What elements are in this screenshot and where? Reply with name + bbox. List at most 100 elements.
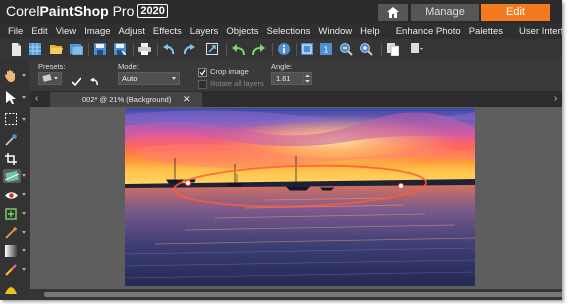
- menu-user-interface[interactable]: User Interface: [519, 26, 562, 37]
- menu-enhance-photo[interactable]: Enhance Photo: [396, 26, 461, 37]
- grid-icon: [29, 43, 41, 55]
- open-button[interactable]: [49, 42, 63, 56]
- tool-straighten-dropdown[interactable]: [22, 174, 26, 177]
- zoom-in-button[interactable]: [359, 42, 373, 56]
- toolbar-separator: [272, 43, 273, 56]
- rotate-all-layers-checkbox[interactable]: [198, 80, 207, 89]
- zoom-out-button[interactable]: [339, 42, 353, 56]
- eyedropper-icon: [5, 134, 17, 146]
- menu-image[interactable]: Image: [84, 26, 110, 37]
- rotate-left-button[interactable]: [162, 42, 176, 56]
- home-button[interactable]: [378, 4, 408, 21]
- mode-label: Mode:: [118, 62, 139, 71]
- mode-select[interactable]: Auto: [118, 72, 180, 85]
- chevron-down-icon: [172, 77, 176, 80]
- tool-red-eye-dropdown[interactable]: [22, 193, 26, 196]
- reset-icon: [90, 77, 98, 86]
- crop-icon: [5, 153, 17, 165]
- fill-icon: [5, 245, 17, 257]
- reset-button[interactable]: [90, 73, 99, 91]
- tab-scroll-right-icon[interactable]: ›: [554, 93, 557, 104]
- tool-paint-brush[interactable]: [4, 226, 18, 240]
- toolbar-separator: [226, 43, 227, 56]
- app-window: CorelPaintShop Pro 2020 Manage Edit File …: [0, 0, 562, 300]
- close-icon[interactable]: ✕: [183, 92, 191, 107]
- tool-selection[interactable]: [4, 112, 18, 126]
- info-button[interactable]: [277, 42, 291, 56]
- tool-pick-dropdown[interactable]: [22, 96, 26, 99]
- menu-bar: File Edit View Image Adjust Effects Laye…: [0, 23, 562, 39]
- tool-eraser[interactable]: [4, 263, 18, 277]
- save-button[interactable]: [93, 42, 107, 56]
- tool-fill-dropdown[interactable]: [22, 249, 26, 252]
- new-button[interactable]: [9, 42, 23, 56]
- menu-help[interactable]: Help: [360, 26, 380, 37]
- menu-adjust[interactable]: Adjust: [119, 26, 145, 37]
- angle-input[interactable]: 1.61: [271, 72, 304, 85]
- tool-crop[interactable]: [4, 152, 18, 166]
- image-canvas[interactable]: [125, 108, 475, 286]
- print-icon: [137, 43, 151, 55]
- tool-red-eye[interactable]: [4, 188, 18, 202]
- document-tab[interactable]: 002* @ 21% (Background) ✕: [50, 92, 202, 107]
- angle-stepper[interactable]: [303, 72, 312, 85]
- menu-selections[interactable]: Selections: [267, 26, 311, 37]
- tool-paint-brush-dropdown[interactable]: [22, 231, 26, 234]
- pick-icon: [5, 90, 16, 104]
- open-icon: [49, 44, 63, 54]
- scrollbar-thumb[interactable]: [44, 292, 562, 297]
- tool-pan[interactable]: [4, 68, 18, 82]
- rotate-left-icon: [163, 43, 175, 54]
- straighten-icon: [5, 170, 19, 182]
- menu-window[interactable]: Window: [318, 26, 352, 37]
- overflow-button[interactable]: [410, 42, 424, 56]
- tab-edit[interactable]: Edit: [481, 4, 550, 21]
- new-icon: [11, 42, 21, 56]
- info-icon: [278, 43, 290, 55]
- tool-selection-dropdown[interactable]: [22, 118, 26, 121]
- tool-pan-dropdown[interactable]: [22, 74, 26, 77]
- mode-value: Auto: [122, 74, 138, 83]
- menu-effects[interactable]: Effects: [153, 26, 182, 37]
- presets-dropdown[interactable]: [38, 72, 62, 85]
- tool-makeover[interactable]: [4, 207, 18, 221]
- tool-eraser-dropdown[interactable]: [22, 268, 26, 271]
- browse-button[interactable]: [69, 42, 83, 56]
- tool-makeover-dropdown[interactable]: [22, 212, 26, 215]
- makeover-icon: [5, 208, 17, 220]
- tool-pick[interactable]: [4, 90, 18, 104]
- document-tab-bar: ‹ 002* @ 21% (Background) ✕ ›: [30, 91, 562, 107]
- tool-fill[interactable]: [4, 244, 18, 258]
- tab-scroll-left-icon[interactable]: ‹: [35, 93, 38, 104]
- menu-edit[interactable]: Edit: [31, 26, 47, 37]
- overflow-icon: [411, 43, 423, 53]
- tab-manage[interactable]: Manage: [411, 4, 479, 21]
- brand-name: PaintShop: [39, 3, 109, 19]
- rotate-right-icon: [183, 43, 195, 54]
- horizontal-scrollbar[interactable]: [30, 289, 562, 300]
- menu-palettes[interactable]: Palettes: [469, 26, 503, 37]
- menu-file[interactable]: File: [8, 26, 23, 37]
- print-button[interactable]: [137, 42, 151, 56]
- undo-button[interactable]: [231, 42, 245, 56]
- grid-button[interactable]: [28, 42, 42, 56]
- menu-objects[interactable]: Objects: [226, 26, 258, 37]
- rotate-right-button[interactable]: [182, 42, 196, 56]
- rotate-all-layers-label: Rotate all layers: [210, 79, 264, 88]
- menu-layers[interactable]: Layers: [190, 26, 219, 37]
- fit-window-button[interactable]: [300, 42, 314, 56]
- tool-eyedropper[interactable]: [4, 133, 18, 147]
- menu-view[interactable]: View: [56, 26, 76, 37]
- save-as-icon: [114, 43, 126, 55]
- actual-size-button[interactable]: 1: [319, 42, 333, 56]
- resize-button[interactable]: [205, 42, 219, 56]
- copy-button[interactable]: [386, 42, 400, 56]
- crop-image-checkbox[interactable]: [198, 68, 207, 77]
- apply-button[interactable]: [71, 73, 82, 91]
- save-as-button[interactable]: [113, 42, 127, 56]
- tool-dodge[interactable]: [4, 282, 18, 296]
- standard-toolbar: 1: [0, 39, 562, 62]
- title-bar: CorelPaintShop Pro 2020 Manage Edit: [0, 0, 562, 23]
- redo-button[interactable]: [251, 42, 265, 56]
- tool-straighten[interactable]: [3, 169, 21, 183]
